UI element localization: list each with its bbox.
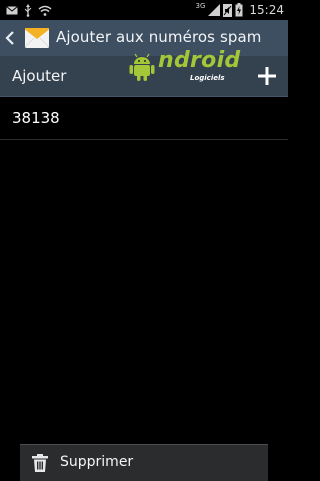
status-left-icons bbox=[6, 3, 52, 17]
status-bar: 3G 15:24 bbox=[0, 0, 288, 20]
logo-subtitle: Logiciels bbox=[190, 74, 225, 82]
plus-icon[interactable] bbox=[256, 65, 278, 87]
network-type-label: 3G bbox=[195, 2, 206, 10]
page-title: Ajouter aux numéros spam bbox=[56, 28, 262, 46]
envelope-icon[interactable] bbox=[24, 25, 50, 51]
logo-wordmark: ndroid bbox=[158, 48, 241, 73]
android-logiciels-logo: ndroid Logiciels bbox=[128, 48, 258, 88]
battery-icon bbox=[235, 3, 243, 17]
android-robot-icon bbox=[129, 53, 155, 81]
chevron-left-icon[interactable] bbox=[4, 30, 16, 46]
delete-menu-button[interactable]: Supprimer bbox=[20, 444, 268, 481]
status-time: 15:24 bbox=[249, 3, 284, 17]
add-label: Ajouter bbox=[12, 67, 67, 85]
mail-icon bbox=[6, 5, 18, 14]
delete-label: Supprimer bbox=[60, 454, 134, 470]
spam-number-item[interactable]: 38138 bbox=[0, 97, 288, 140]
wifi-icon bbox=[38, 5, 52, 16]
spam-number: 38138 bbox=[12, 109, 60, 127]
status-right-icons: 3G 15:24 bbox=[196, 1, 284, 19]
trash-icon bbox=[32, 454, 48, 472]
usb-icon bbox=[24, 3, 32, 17]
signal-icon bbox=[208, 4, 221, 16]
mute-icon bbox=[223, 3, 233, 17]
